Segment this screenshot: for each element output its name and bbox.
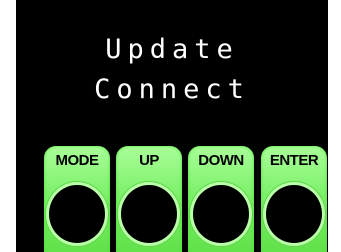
device-panel: Update Connect MODE UP DOWN ENTER	[16, 0, 328, 252]
mode-button[interactable]: MODE	[44, 146, 110, 252]
enter-button[interactable]: ENTER	[261, 146, 327, 252]
up-button-press-area[interactable]	[118, 182, 180, 246]
up-button-label: UP	[139, 152, 159, 169]
enter-button-press-area[interactable]	[263, 182, 325, 246]
up-button[interactable]: UP	[116, 146, 182, 252]
display-line-1: Update	[105, 34, 239, 65]
mode-button-press-area[interactable]	[46, 182, 108, 246]
down-button-press-area[interactable]	[190, 182, 252, 246]
mode-button-label: MODE	[55, 152, 100, 169]
display-line-2: Connect	[94, 74, 250, 105]
down-button-label: DOWN	[198, 152, 244, 169]
down-button[interactable]: DOWN	[188, 146, 254, 252]
enter-button-label: ENTER	[269, 152, 319, 169]
display-screen: Update Connect	[16, 30, 328, 110]
button-row: MODE UP DOWN ENTER	[16, 146, 328, 252]
